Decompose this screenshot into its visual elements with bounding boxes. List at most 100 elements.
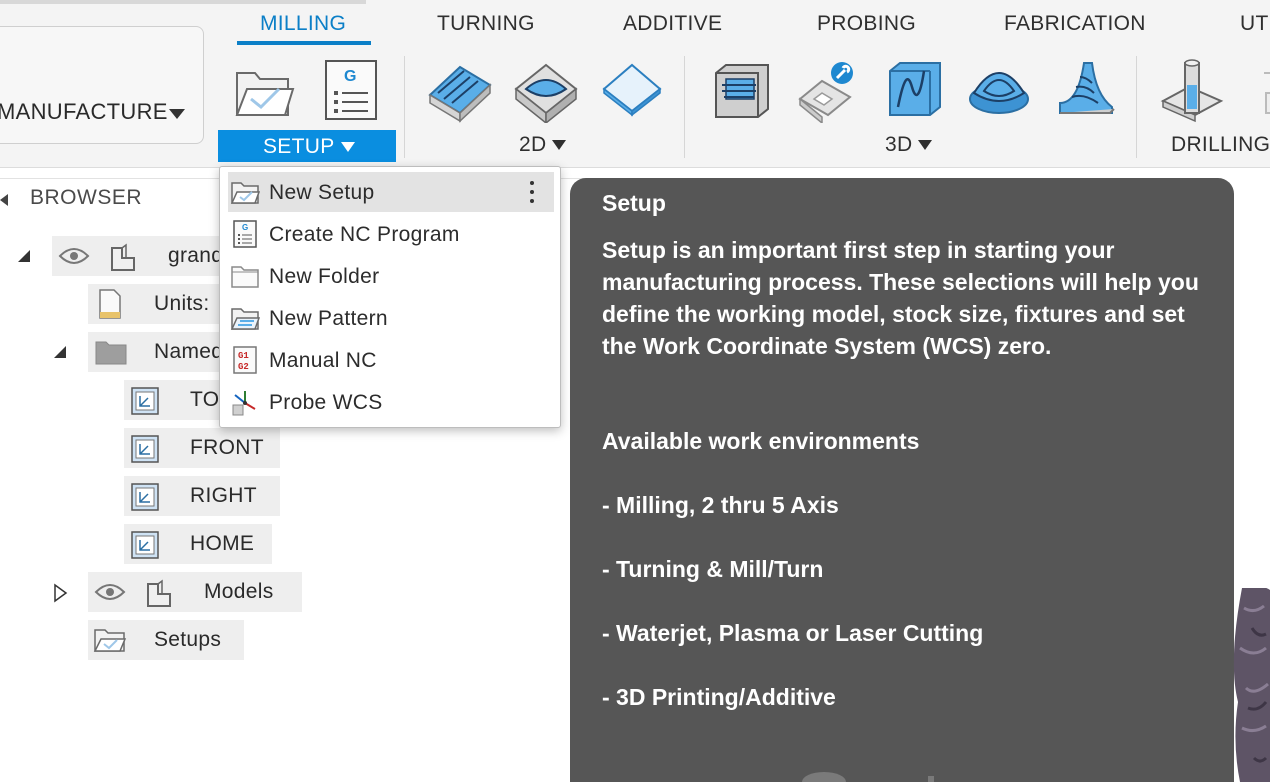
tab-fabrication[interactable]: FABRICATION — [1004, 12, 1146, 36]
3d-scallop-icon — [1059, 62, 1115, 114]
collapse-browser-icon[interactable] — [0, 194, 8, 206]
more-options-icon[interactable] — [530, 181, 534, 203]
setup-dropdown-menu: New Setup G Create NC Program New Folder… — [219, 166, 561, 428]
chevron-down-icon — [552, 140, 567, 151]
toolbar-divider — [404, 56, 405, 158]
menu-item-new-folder[interactable]: New Folder — [228, 256, 554, 296]
3d-contour-tool[interactable] — [875, 52, 951, 128]
menu-item-label: Probe WCS — [269, 391, 383, 414]
menu-item-new-pattern[interactable]: New Pattern — [228, 298, 554, 338]
component-icon — [111, 243, 135, 271]
browser-node-view-home[interactable]: HOME — [124, 524, 272, 564]
3d-horizontal-icon — [969, 72, 1029, 114]
eye-icon[interactable] — [58, 244, 90, 268]
menu-item-label: New Pattern — [269, 307, 388, 330]
tab-turning[interactable]: TURNING — [437, 12, 535, 36]
menu-item-label: New Setup — [269, 181, 375, 204]
folder-icon — [95, 341, 127, 365]
svg-text:G2: G2 — [238, 362, 249, 372]
toolbar-top-line — [0, 0, 366, 4]
named-view-icon — [131, 435, 159, 463]
setup-dropdown-button[interactable]: SETUP — [218, 130, 396, 162]
expanded-triangle-icon[interactable] — [52, 344, 68, 360]
2d-group-menu[interactable]: 2D — [519, 133, 567, 157]
setups-folder-icon — [93, 629, 127, 652]
units-label: Units: — [154, 292, 210, 315]
toolbar-divider — [1136, 56, 1137, 158]
browser-node-view-right[interactable]: RIGHT — [124, 476, 280, 516]
browser-node-view-front[interactable]: FRONT — [124, 428, 280, 468]
collapsed-triangle-icon[interactable] — [52, 583, 68, 603]
tooltip-title: Setup — [602, 190, 666, 216]
tab-probing[interactable]: PROBING — [817, 12, 916, 36]
setup-tooltip: Setup Setup is an important first step i… — [570, 178, 1234, 782]
expanded-triangle-icon[interactable] — [16, 248, 32, 264]
menu-item-new-setup[interactable]: New Setup — [228, 172, 554, 212]
3d-group-label: 3D — [885, 133, 913, 156]
tooltip-environment-item: - Waterjet, Plasma or Laser Cutting — [602, 620, 984, 646]
browser-node-units[interactable]: Units: — [88, 284, 228, 324]
eye-icon[interactable] — [94, 580, 126, 604]
svg-text:G1: G1 — [238, 351, 249, 361]
browser-title: BROWSER — [30, 186, 143, 209]
tab-additive[interactable]: ADDITIVE — [623, 12, 722, 36]
named-view-icon — [131, 387, 159, 415]
chevron-down-icon — [169, 109, 185, 119]
2d-face-tool[interactable] — [594, 52, 670, 128]
2d-pocket-tool[interactable] — [508, 52, 584, 128]
drill-extra-tool[interactable] — [1240, 52, 1270, 128]
2d-pocket-icon — [514, 63, 578, 123]
view-label: TO — [190, 388, 220, 411]
menu-item-label: Manual NC — [269, 349, 377, 372]
3d-scallop-tool[interactable] — [1047, 52, 1123, 128]
menu-item-label: New Folder — [269, 265, 380, 288]
setups-label: Setups — [154, 628, 222, 651]
toolbar-divider — [684, 56, 685, 158]
tooltip-preview-image — [802, 772, 934, 782]
3d-group-menu[interactable]: 3D — [885, 133, 933, 157]
setup-folder-icon — [235, 72, 295, 116]
2d-group-label: 2D — [519, 133, 547, 156]
new-setup-icon — [230, 182, 260, 204]
view-label: HOME — [190, 532, 255, 555]
3d-adaptive-tool[interactable] — [703, 52, 779, 128]
chevron-down-icon — [918, 140, 933, 151]
wrench-icon — [798, 62, 853, 123]
probe-wcs-icon — [232, 391, 256, 416]
models-label: Models — [204, 580, 274, 603]
svg-text:G: G — [242, 223, 248, 232]
tab-milling[interactable]: MILLING — [260, 12, 346, 36]
manual-nc-icon: G1G2 — [233, 346, 257, 374]
drill-tool[interactable] — [1154, 52, 1230, 128]
3d-pocket-tool[interactable] — [789, 52, 865, 128]
menu-item-label: Create NC Program — [269, 223, 460, 246]
named-view-icon — [131, 531, 159, 559]
tab-utilities[interactable]: UT — [1240, 12, 1269, 36]
browser-node-named-views[interactable]: Named — [88, 332, 228, 372]
nc-program-tool-button[interactable]: G — [313, 52, 389, 128]
drill-icon — [1160, 59, 1224, 123]
named-views-label: Named — [154, 340, 224, 363]
3d-horizontal-tool[interactable] — [961, 52, 1037, 128]
menu-item-probe-wcs[interactable]: Probe WCS — [228, 382, 554, 422]
menu-item-manual-nc[interactable]: G1 G2 Manual NC — [228, 340, 554, 380]
setup-tool-button[interactable] — [226, 52, 302, 128]
workspace-switcher[interactable]: MANUFACTURE — [0, 26, 204, 144]
named-view-icon — [131, 483, 159, 511]
menu-item-create-nc-program[interactable]: G Create NC Program — [228, 214, 554, 254]
browser-node-setups[interactable]: Setups — [88, 620, 244, 660]
2d-adaptive-icon — [428, 65, 492, 123]
svg-text:G: G — [344, 68, 356, 85]
folder-icon — [231, 266, 259, 288]
browser-node-view-top[interactable]: TO — [124, 380, 224, 420]
active-tab-indicator — [237, 41, 371, 45]
2d-adaptive-tool[interactable] — [422, 52, 498, 128]
pattern-icon — [230, 308, 260, 330]
view-label: FRONT — [190, 436, 264, 459]
tooltip-description: Setup is an important first step in star… — [602, 237, 1199, 359]
nc-program-icon: G — [233, 220, 257, 248]
3d-adaptive-icon — [715, 64, 769, 118]
browser-node-models[interactable]: Models — [88, 572, 302, 612]
component-icon — [147, 579, 171, 607]
drilling-group-label[interactable]: DRILLING — [1171, 133, 1270, 157]
